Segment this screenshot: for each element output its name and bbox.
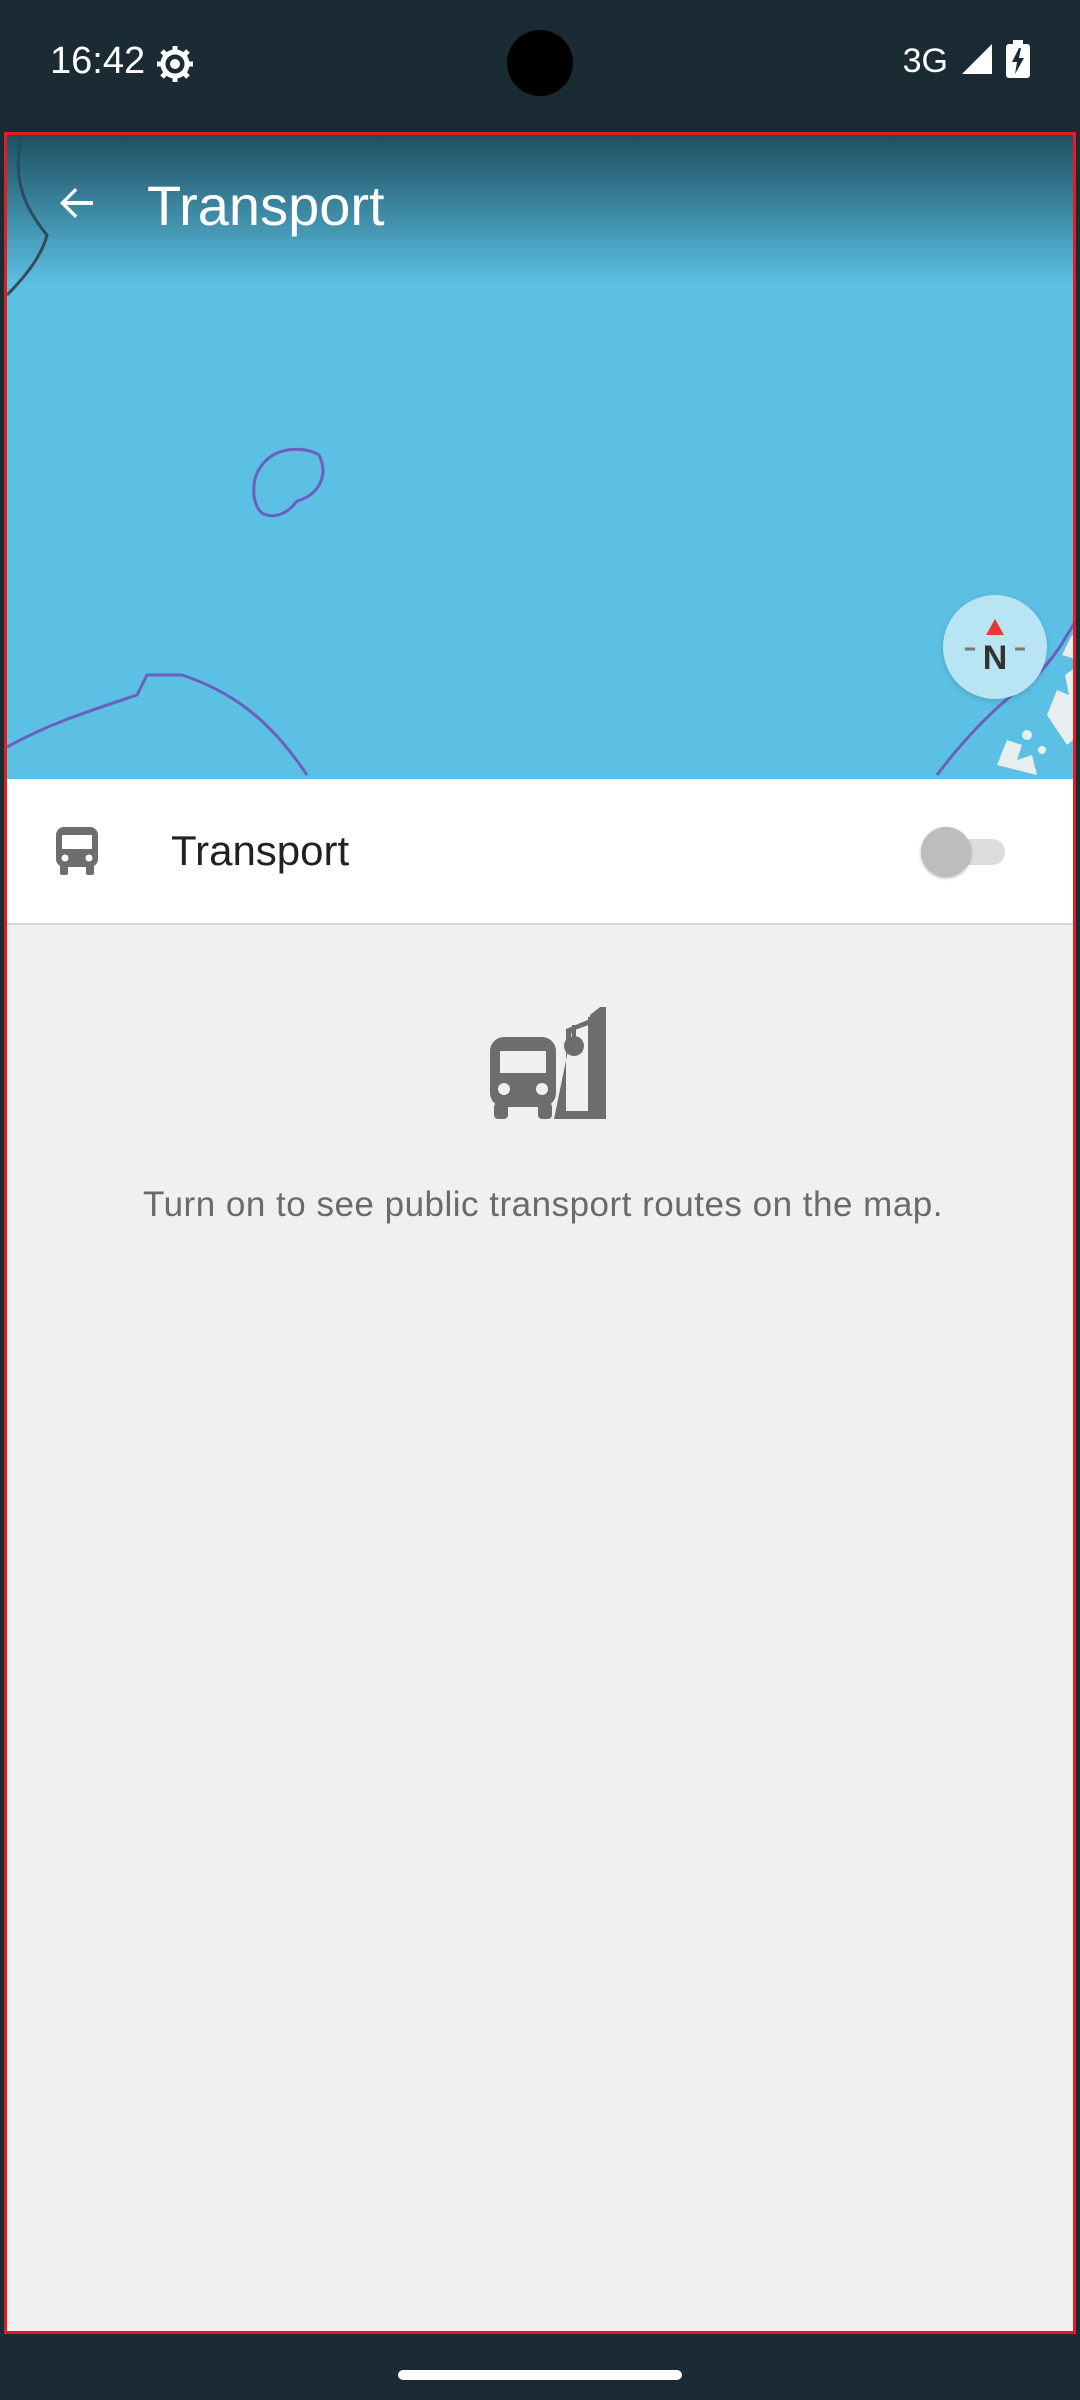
status-indicators: 3G [903, 40, 1030, 83]
settings-gear-icon [155, 44, 195, 84]
navigation-bar [0, 2336, 1080, 2400]
app-content: Transport N Transport Turn on to see pub… [4, 132, 1076, 2334]
back-button[interactable] [7, 135, 147, 275]
compass-label: N [983, 639, 1008, 677]
camera-cutout [507, 30, 573, 96]
switch-thumb [921, 827, 971, 877]
status-bar: 16:42 3G [0, 0, 1080, 130]
transport-switch[interactable] [921, 821, 1015, 881]
bus-icon [7, 779, 147, 923]
status-time: 16:42 [50, 40, 146, 82]
battery-charging-icon [1006, 40, 1030, 83]
bus-stop-icon [490, 1007, 610, 1127]
network-type: 3G [902, 42, 948, 80]
transport-toggle-row[interactable]: Transport [7, 779, 1073, 925]
transport-label: Transport [171, 827, 350, 874]
toolbar: Transport [7, 135, 1073, 275]
home-gesture-handle[interactable] [398, 2370, 682, 2380]
signal-icon [960, 42, 994, 81]
empty-state-message: Turn on to see public transport routes o… [143, 1185, 943, 1224]
map-view[interactable]: Transport N [7, 135, 1073, 779]
arrow-back-icon [53, 179, 101, 232]
compass-icon: N [965, 619, 1025, 677]
page-title: Transport [147, 173, 385, 237]
compass-button[interactable]: N [943, 595, 1047, 699]
